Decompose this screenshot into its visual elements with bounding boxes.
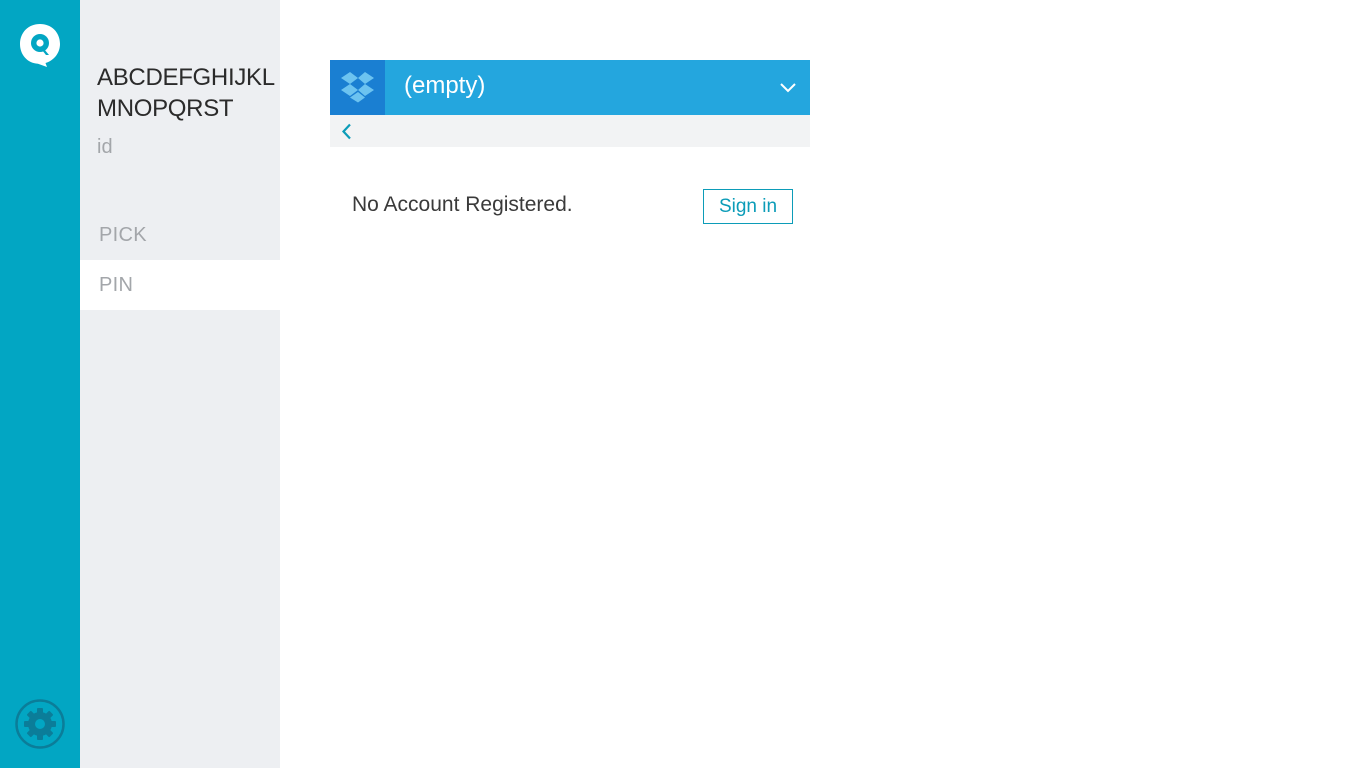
chevron-left-icon[interactable] [340,123,356,140]
service-selector[interactable]: (empty) [330,60,810,115]
app-window: ABCDEFGHIJKLMNOPQRST id PICK PIN (empty) [0,0,1366,768]
service-selected-value: (empty) [404,72,486,99]
account-id: id [97,136,113,158]
nav-item-pick[interactable]: PICK [80,210,280,260]
service-icon-box [330,60,385,115]
settings-button[interactable] [15,699,65,749]
account-panel: ABCDEFGHIJKLMNOPQRST id PICK PIN [80,0,280,768]
navigation-bar [330,115,810,147]
dropbox-icon [341,72,374,103]
no-account-message: No Account Registered. [352,193,573,216]
left-rail [0,0,80,768]
gear-icon [15,699,65,749]
sign-in-button[interactable]: Sign in [703,189,793,224]
account-name: ABCDEFGHIJKLMNOPQRST [97,64,275,122]
chevron-down-icon [780,83,796,93]
nav-item-pin[interactable]: PIN [80,260,280,310]
chat-bubble-logo-icon[interactable] [18,22,62,68]
